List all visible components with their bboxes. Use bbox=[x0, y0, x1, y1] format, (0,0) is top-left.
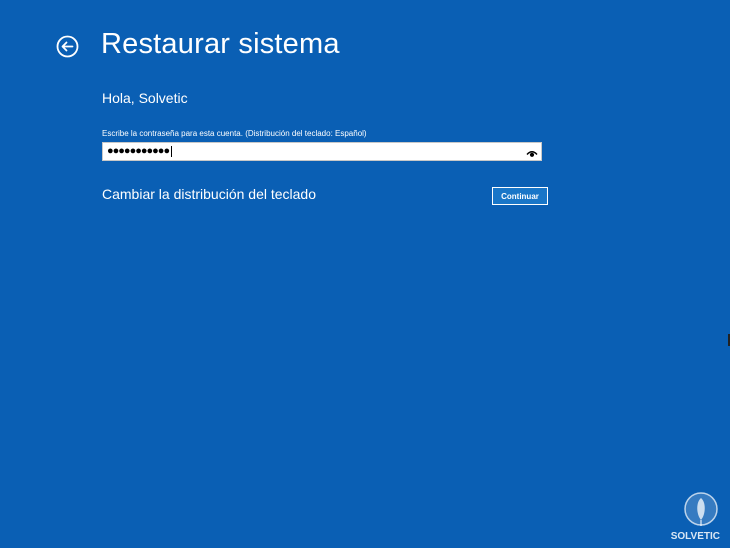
back-button[interactable] bbox=[56, 35, 79, 58]
account-greeting: Hola, Solvetic bbox=[102, 90, 188, 106]
continue-button[interactable]: Continuar bbox=[492, 187, 548, 205]
password-value: ●●●●●●●●●●● bbox=[107, 144, 173, 159]
page-title: Restaurar sistema bbox=[101, 28, 340, 60]
back-arrow-circle-icon bbox=[56, 35, 79, 58]
watermark-text: SOLVETIC bbox=[670, 531, 720, 542]
password-label: Escribe la contraseña para esta cuenta. … bbox=[102, 129, 367, 138]
reveal-password-button[interactable] bbox=[526, 146, 538, 157]
change-keyboard-layout-link[interactable]: Cambiar la distribución del teclado bbox=[102, 186, 316, 202]
solvetic-watermark: SOLVETIC bbox=[634, 490, 726, 546]
eye-icon bbox=[526, 151, 538, 157]
password-field[interactable]: ●●●●●●●●●●● bbox=[102, 142, 542, 161]
password-masked-text: ●●●●●●●●●●● bbox=[107, 145, 170, 157]
text-caret bbox=[171, 145, 173, 157]
